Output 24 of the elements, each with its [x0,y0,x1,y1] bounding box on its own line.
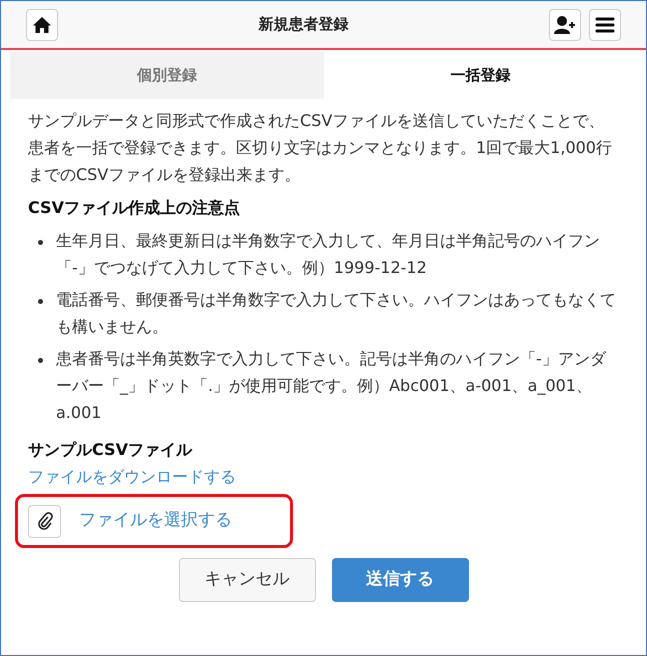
bullet-icon [38,240,43,245]
paperclip-icon [36,512,52,530]
note-text: 生年月日、最終更新日は半角数字で入力して、年月日は半角記号のハイフン「-」でつなげて入力して下さい。例）1999-12-12 [56,230,601,279]
home-icon [32,16,52,34]
submit-button[interactable]: 送信する [332,558,468,602]
menu-icon [595,16,615,32]
page-title: 新規患者登録 [258,14,348,36]
cancel-button[interactable]: キャンセル [178,558,316,602]
bullet-icon [38,358,43,363]
menu-button[interactable] [589,8,621,40]
section-heading: CSVファイル作成上の注意点 [28,197,241,219]
file-select-label: ファイルを選択する [79,509,232,532]
home-button[interactable] [26,8,58,40]
add-user-icon [554,14,576,34]
intro-paragraph: サンプルデータと同形式で作成されたCSVファイルを送信していただくことで、患者を一括で登録できます。区切り文字はカンマとなります。1回で最大1,000行までのCSVファイルを登録出来ます。 [28,110,613,186]
note-text: 電話番号、郵便番号は半角数字で入力して下さい。ハイフンはあってもなくても構いません。 [56,289,617,338]
tab[interactable]: 個別登録 [10,52,324,99]
add-user-button[interactable] [549,8,581,40]
download-link[interactable]: ファイルをダウンロードする [28,463,236,490]
section-heading: サンプルCSVファイル [28,439,194,461]
file-picker[interactable]: ファイルを選択する [15,494,293,548]
attach-button[interactable] [28,504,61,538]
note-text: 患者番号は半角英数字で入力して下さい。記号は半角のハイフン「-」アンダーバー「_」ドット「.」が使用可能です。例）Abc001、a-001、a_001、a.001 [56,348,608,424]
bullet-icon [38,299,43,304]
